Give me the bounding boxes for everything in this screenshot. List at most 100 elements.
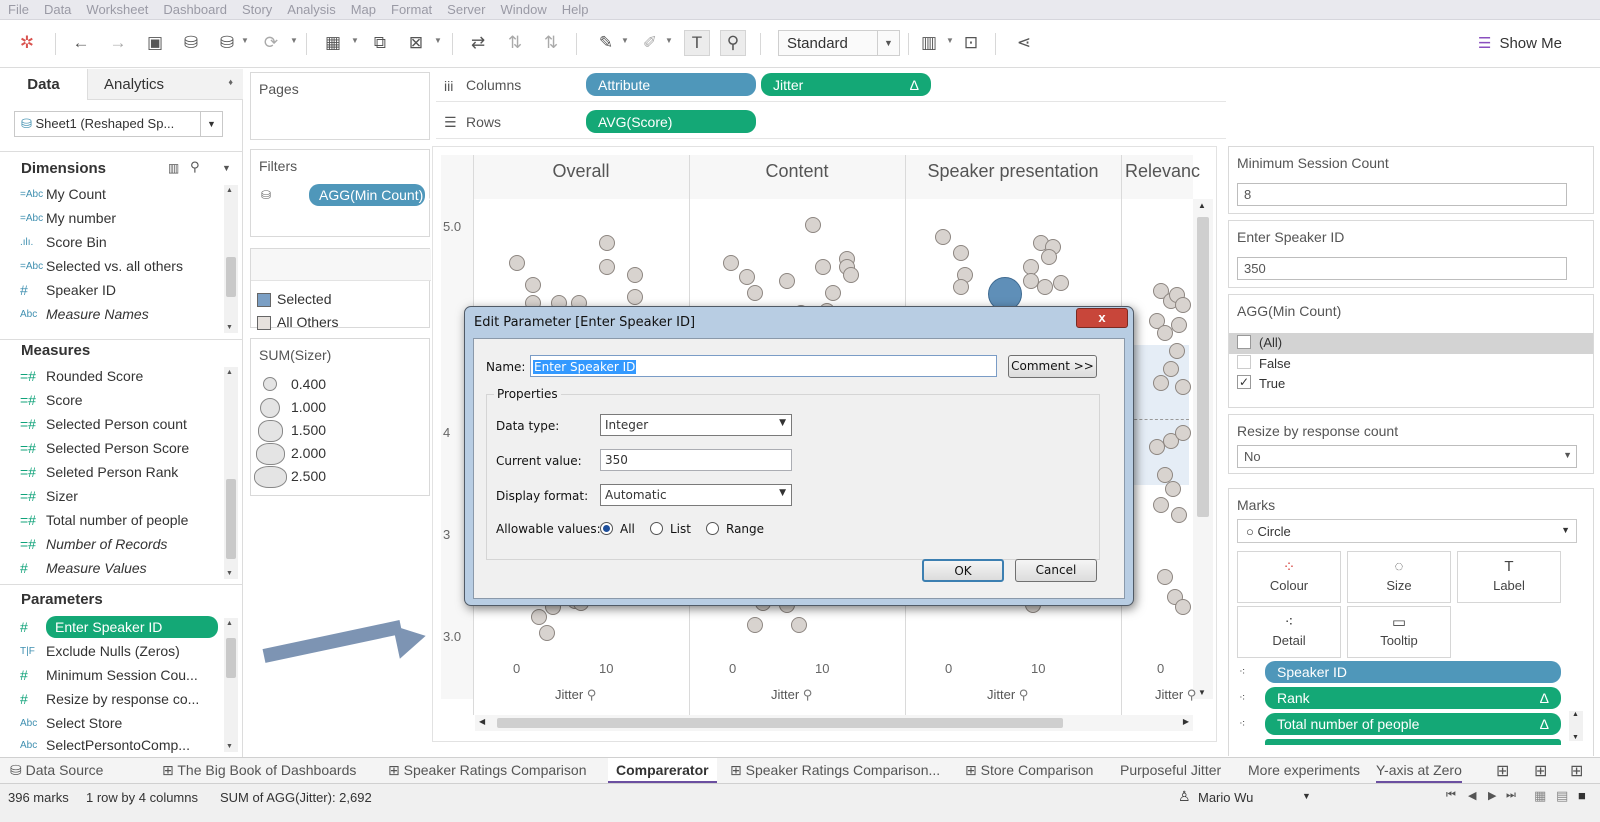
menu-worksheet[interactable]: Worksheet [86, 2, 148, 17]
duplicate-sheet-icon[interactable]: ⧉ [367, 30, 393, 56]
radio-range[interactable] [706, 522, 719, 535]
refresh-icon[interactable]: ⟳ [258, 30, 284, 56]
current-value-input[interactable]: 350 [600, 449, 792, 471]
dimension-selected-vs-others[interactable]: =Abc Selected vs. all others [20, 255, 183, 277]
menu-file[interactable]: File [8, 2, 29, 17]
all-others-swatch[interactable] [257, 316, 271, 330]
save-icon[interactable]: ▣ [142, 30, 168, 56]
view-toggle-icon[interactable]: ▥ [168, 161, 179, 175]
forward-icon[interactable]: → [105, 30, 131, 56]
grid-view-icon[interactable]: ▦ [1534, 788, 1546, 804]
tab-analytics[interactable]: Analytics ♦ [88, 69, 243, 100]
parameter-exclude-nulls[interactable]: T|F Exclude Nulls (Zeros) [20, 640, 180, 662]
scatter-mark[interactable] [627, 289, 643, 305]
colour-button[interactable]: ⁘ Colour [1237, 551, 1341, 603]
resize-select[interactable]: No ▼ [1237, 445, 1577, 468]
measure-selected-person-count[interactable]: =# Selected Person count [20, 413, 187, 435]
menu-server[interactable]: Server [447, 2, 485, 17]
measures-scrollbar[interactable]: ▲ ▼ [224, 367, 238, 579]
measure-sizer[interactable]: =# Sizer [20, 485, 78, 507]
data-type-select[interactable]: Integer ▼ [600, 414, 792, 436]
parameter-resize-by-response[interactable]: # Resize by response co... [20, 688, 199, 710]
name-input[interactable]: Enter Speaker ID [530, 355, 997, 377]
scatter-mark[interactable] [1163, 361, 1179, 377]
search-icon[interactable]: ⚲ [190, 159, 200, 175]
dialog-close-button[interactable]: x [1076, 308, 1128, 328]
swap-rows-columns-icon[interactable]: ⇄ [465, 30, 491, 56]
scatter-mark[interactable] [805, 217, 821, 233]
scatter-mark[interactable] [531, 609, 547, 625]
horizontal-scrollbar[interactable]: ◀ ▶ [475, 715, 1193, 731]
tab-store-comparison[interactable]: ⊞ Store Comparison [965, 758, 1093, 784]
mark-type-select[interactable]: ○ Circle ▼ [1237, 519, 1577, 543]
scatter-mark[interactable] [815, 259, 831, 275]
group-members-icon[interactable]: ✐ [637, 30, 663, 56]
prev-sheet-icon[interactable]: ◀ [1468, 789, 1476, 802]
last-sheet-icon[interactable]: ⏭ [1506, 789, 1516, 802]
scatter-mark[interactable] [1153, 375, 1169, 391]
scatter-mark[interactable] [953, 245, 969, 261]
pause-updates-icon[interactable]: ⛁ [214, 30, 240, 56]
scatter-mark[interactable] [1157, 569, 1173, 585]
parameters-scrollbar[interactable]: ▲ ▼ [224, 618, 238, 752]
scatter-mark[interactable] [627, 267, 643, 283]
dimensions-scrollbar[interactable]: ▲ ▼ [224, 185, 238, 333]
next-sheet-icon[interactable]: ▶ [1488, 789, 1496, 802]
scatter-mark[interactable] [791, 617, 807, 633]
scatter-mark[interactable] [747, 617, 763, 633]
ok-button[interactable]: OK [922, 559, 1004, 582]
tab-speaker-ratings[interactable]: ⊞ Speaker Ratings Comparison [388, 758, 587, 784]
cancel-button[interactable]: Cancel [1015, 559, 1097, 582]
detail-button[interactable]: ⁖ Detail [1237, 606, 1341, 658]
tab-data-source[interactable]: ⛁ Data Source [10, 758, 103, 784]
measure-measure-values[interactable]: # Measure Values [20, 557, 147, 579]
parameter-enter-speaker-id-selected[interactable]: Enter Speaker ID [46, 616, 218, 638]
dimension-my-count[interactable]: =Abc My Count [20, 183, 106, 205]
filter-pill-agg-min-count[interactable]: AGG(Min Count).. [309, 184, 431, 206]
row-pill-avg-score[interactable]: AVG(Score) [586, 110, 756, 133]
show-me-button[interactable]: ☰ Show Me [1478, 34, 1562, 53]
tab-big-book[interactable]: ⊞ The Big Book of Dashboards [162, 758, 356, 784]
new-datasource-icon[interactable]: ⛁ [178, 30, 204, 56]
marks-pill-rank[interactable]: Rank Δ [1265, 687, 1561, 709]
menu-format[interactable]: Format [391, 2, 432, 17]
status-user[interactable]: Mario Wu [1198, 790, 1253, 805]
menu-data[interactable]: Data [44, 2, 71, 17]
dimension-score-bin[interactable]: .ılı. Score Bin [20, 231, 107, 253]
scatter-mark[interactable] [1041, 249, 1057, 265]
scatter-mark[interactable] [1165, 481, 1181, 497]
tooltip-button[interactable]: ▭ Tooltip [1347, 606, 1451, 658]
comment-button[interactable]: Comment >> [1008, 355, 1097, 378]
display-format-select[interactable]: Automatic ▼ [600, 484, 792, 506]
chevron-down-icon[interactable]: ▼ [222, 163, 231, 173]
measure-score[interactable]: =# Score [20, 389, 83, 411]
scatter-mark[interactable] [1175, 297, 1191, 313]
measure-selected-person-score[interactable]: =# Selected Person Score [20, 437, 189, 459]
scatter-mark[interactable] [1171, 317, 1187, 333]
scatter-mark[interactable] [843, 267, 859, 283]
measure-rounded-score[interactable]: =# Rounded Score [20, 365, 143, 387]
new-story-icon[interactable]: ⊞ [1570, 761, 1583, 781]
scatter-mark[interactable] [1053, 275, 1069, 291]
column-pill-jitter[interactable]: Jitter Δ [761, 73, 931, 96]
sort-descending-icon[interactable]: ⇅ [538, 30, 564, 56]
dimension-my-number[interactable]: =Abc My number [20, 207, 116, 229]
label-button[interactable]: T Label [1457, 551, 1561, 603]
tab-comparerator[interactable]: Comparerator [608, 758, 717, 784]
column-pill-attribute[interactable]: Attribute [586, 73, 756, 96]
tableau-logo-icon[interactable]: ✲ [14, 30, 40, 56]
scatter-mark[interactable] [1175, 599, 1191, 615]
fix-axes-icon[interactable]: ⚲ [720, 30, 746, 56]
scatter-mark[interactable] [953, 279, 969, 295]
speaker-id-input[interactable]: 350 [1237, 257, 1567, 280]
new-dashboard-icon[interactable]: ⊞ [1534, 761, 1547, 781]
tab-speaker-ratings-2[interactable]: ⊞ Speaker Ratings Comparison... [730, 758, 940, 784]
scatter-mark[interactable] [1153, 497, 1169, 513]
fit-select[interactable]: Standard ▼ [778, 30, 900, 56]
radio-list[interactable] [650, 522, 663, 535]
clear-sheet-icon[interactable]: ⊠ [403, 30, 429, 56]
scatter-mark[interactable] [739, 269, 755, 285]
tab-more-experiments[interactable]: More experiments [1248, 758, 1360, 784]
scatter-mark[interactable] [723, 255, 739, 271]
scatter-mark[interactable] [1169, 343, 1185, 359]
